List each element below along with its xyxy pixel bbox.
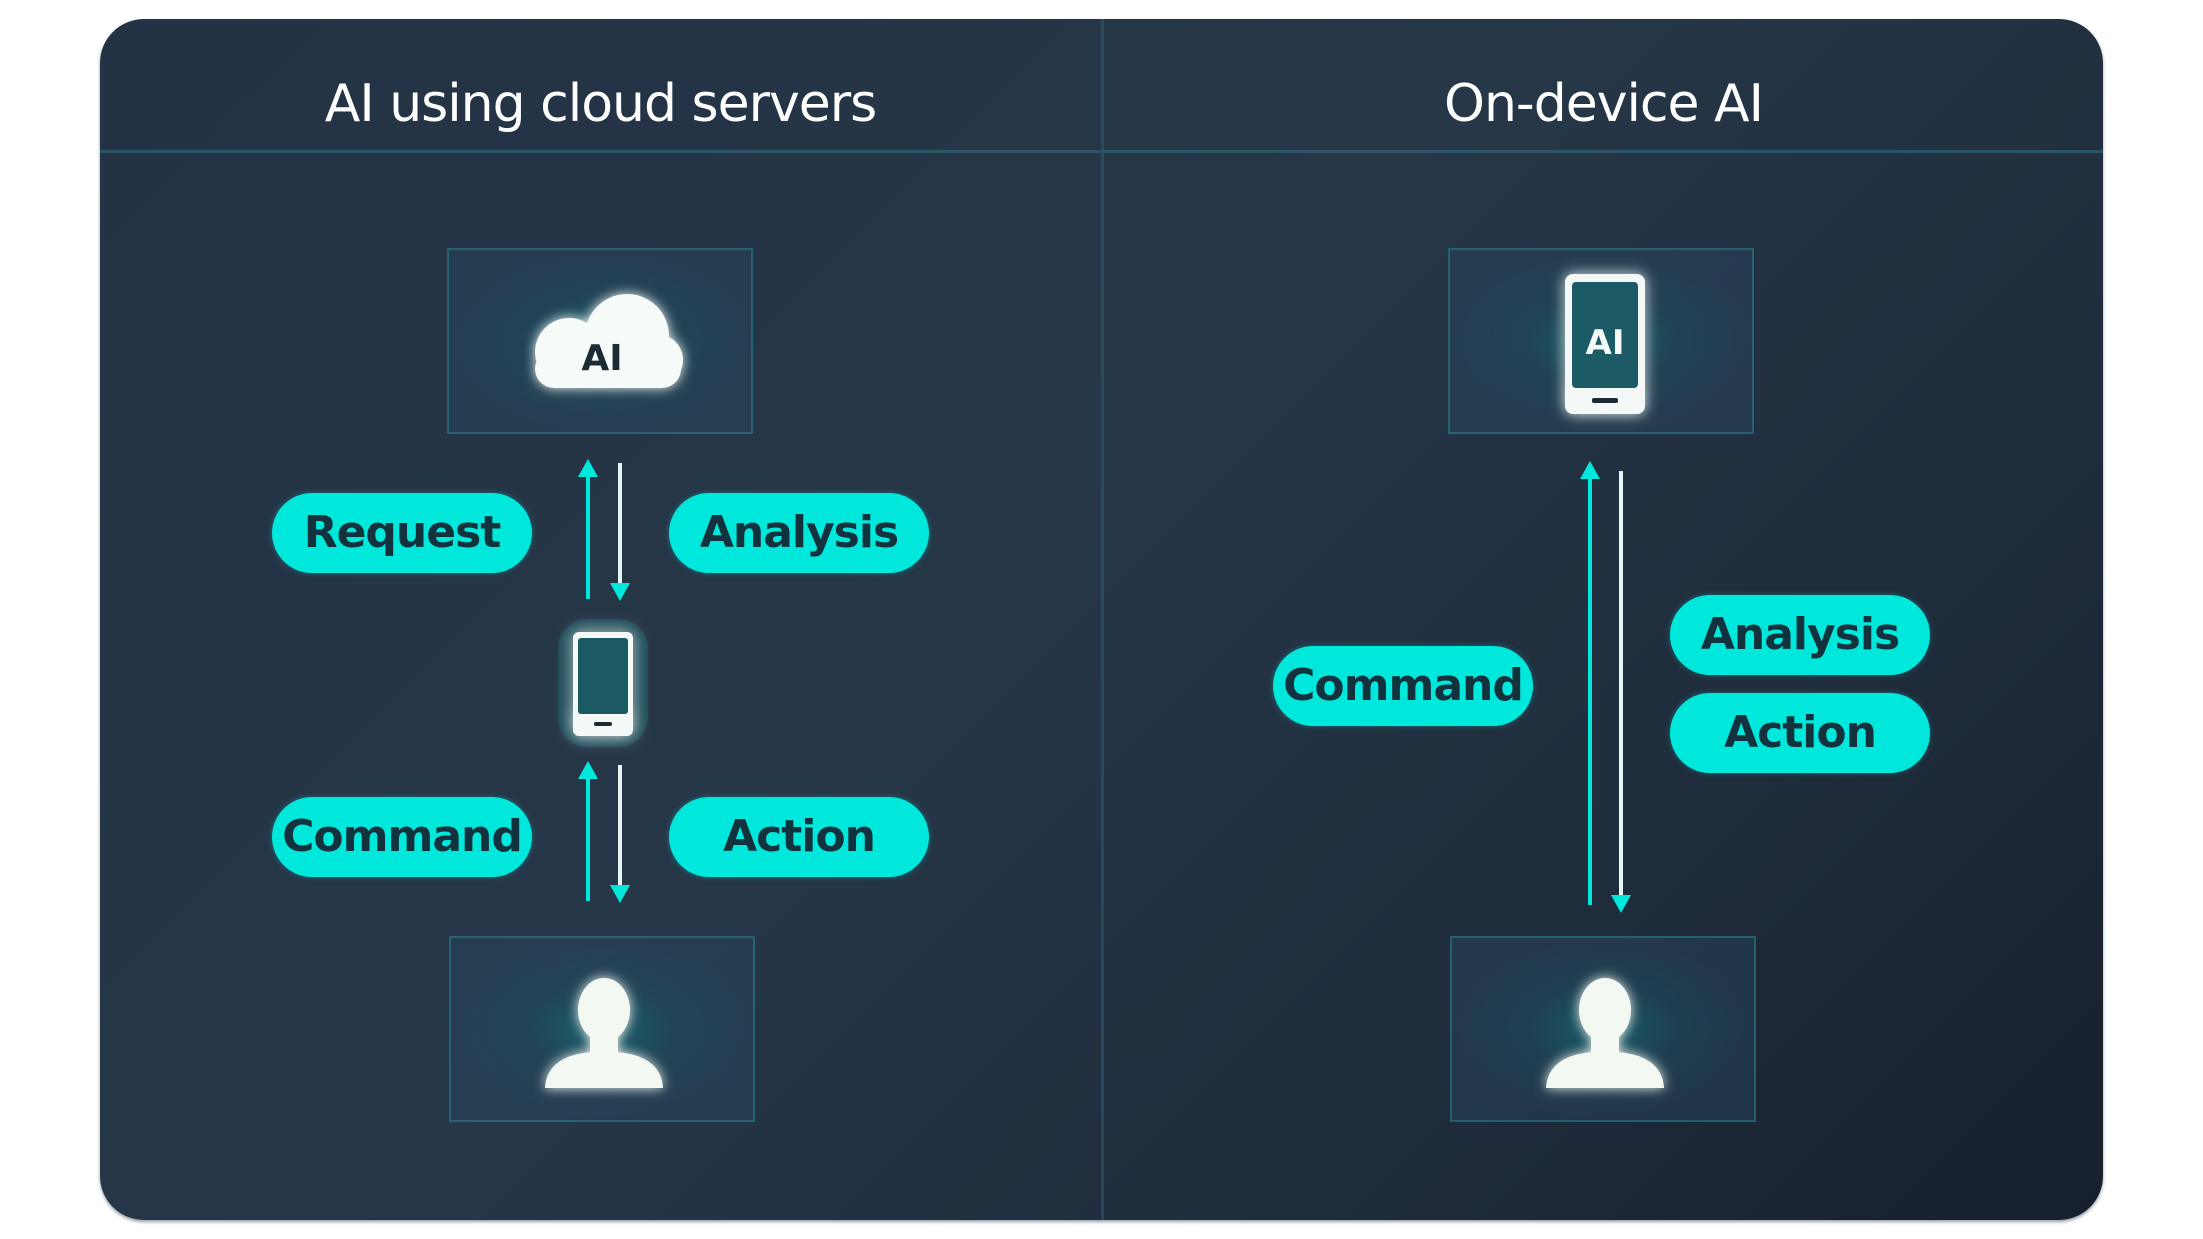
smartphone-icon: [558, 619, 648, 747]
user-icon: [545, 978, 663, 1088]
device-analysis-pill: Analysis: [1670, 595, 1930, 675]
smartphone-ai-icon: AI: [1565, 274, 1645, 414]
action-pill: Action: [669, 797, 929, 877]
down-arrow-action-device: [1611, 471, 1631, 913]
device-ai-label: AI: [1586, 323, 1625, 363]
user-icon: [1546, 978, 1664, 1088]
up-arrow-command-device: [1580, 461, 1600, 905]
down-arrow-analysis: [610, 463, 630, 601]
device-user-box: [1450, 936, 1756, 1122]
comparison-panel: AI using cloud servers On-device AI AI R…: [100, 19, 2103, 1220]
cloud-ai-label: AI: [581, 338, 622, 379]
on-device-ai-box: AI: [1448, 248, 1754, 434]
user-box: [449, 936, 755, 1122]
command-pill: Command: [272, 797, 532, 877]
on-device-ai-title: On-device AI: [1444, 74, 1764, 134]
cloud-ai-title: AI using cloud servers: [324, 74, 877, 134]
column-divider: [1101, 19, 1104, 1220]
down-arrow-action: [610, 765, 630, 903]
request-pill: Request: [272, 493, 532, 573]
cloud-icon: AI: [535, 294, 683, 388]
analysis-pill: Analysis: [669, 493, 929, 573]
device-action-pill: Action: [1670, 693, 1930, 773]
device-command-pill: Command: [1273, 646, 1533, 726]
up-arrow-request: [578, 459, 598, 599]
cloud-ai-box: AI: [447, 248, 753, 434]
up-arrow-command: [578, 761, 598, 901]
